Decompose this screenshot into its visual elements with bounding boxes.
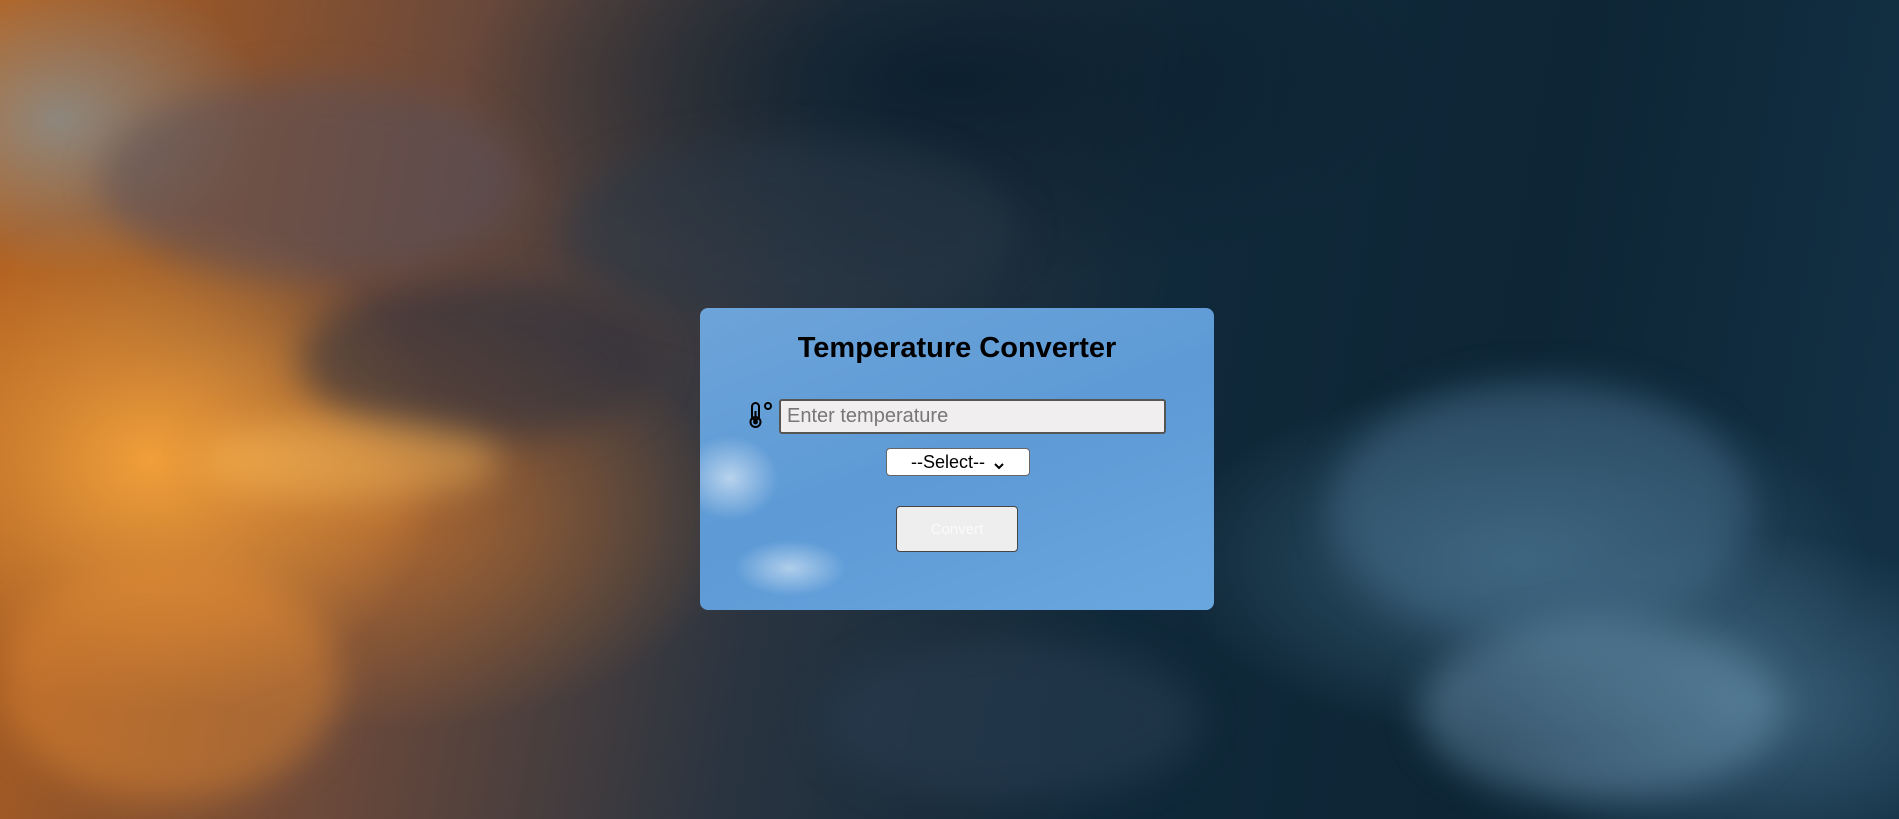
convert-button[interactable]: Convert: [896, 506, 1018, 552]
thermometer-degree-icon: [746, 400, 776, 430]
unit-select-value: --Select--: [910, 451, 985, 472]
cloud-shape: [560, 140, 1020, 320]
chevron-down-icon: [993, 456, 1005, 470]
cloud-shape: [200, 420, 500, 500]
cloud-shape: [1420, 620, 1780, 800]
cloud-shape: [1330, 380, 1750, 640]
converter-card: Temperature Converter --Select-- Convert: [700, 308, 1214, 610]
unit-select[interactable]: --Select--: [886, 448, 1030, 476]
cloud-shape: [100, 80, 520, 280]
cloud-shape: [820, 640, 1200, 800]
cloud-shape: [300, 280, 660, 440]
cloud-shape: [0, 560, 340, 800]
temperature-input[interactable]: [779, 399, 1166, 434]
page-title: Temperature Converter: [797, 332, 1117, 364]
